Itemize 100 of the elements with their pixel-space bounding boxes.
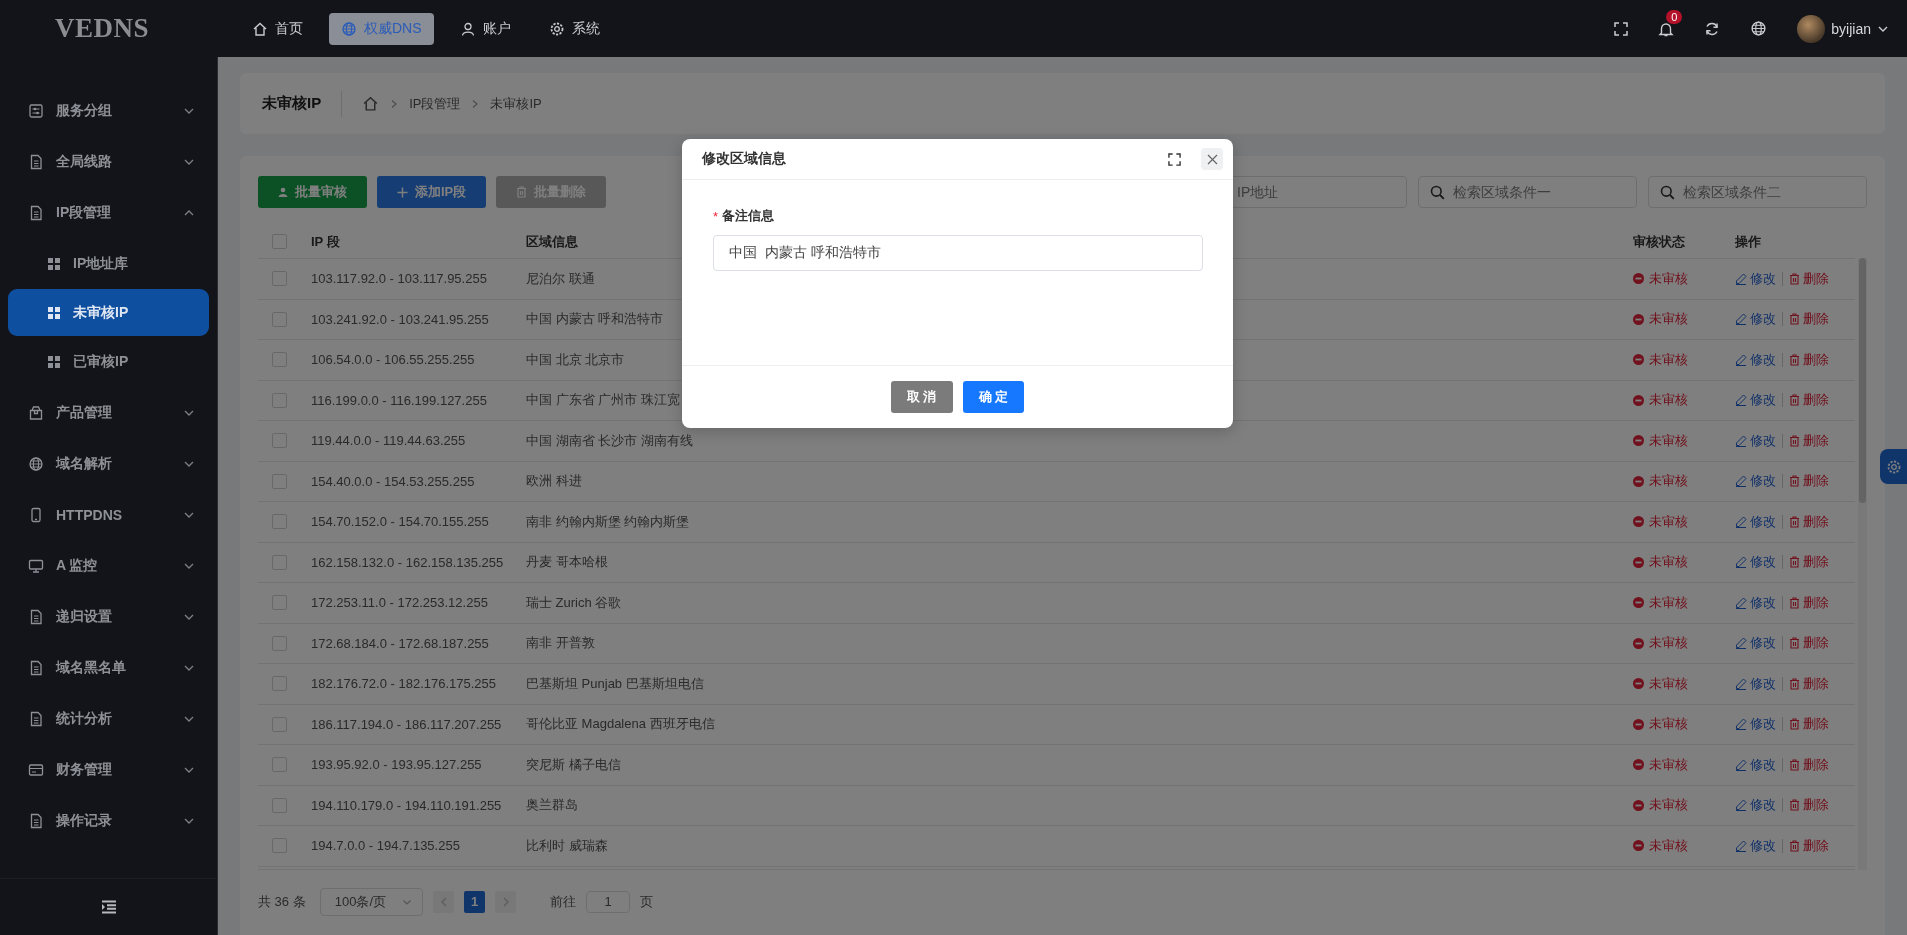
- confirm-button[interactable]: 确 定: [962, 381, 1025, 413]
- sidebar-item[interactable]: HTTPDNS: [0, 489, 217, 540]
- delete-link[interactable]: 删除: [1789, 472, 1829, 491]
- nav-tab[interactable]: 首页: [240, 12, 315, 45]
- edit-link[interactable]: 修改: [1735, 674, 1776, 693]
- grid-icon: [48, 355, 60, 368]
- scrollbar[interactable]: [1858, 258, 1867, 870]
- phone-icon: [28, 506, 44, 523]
- table-cell: 中国 湖南省 长沙市 湖南有线: [526, 432, 693, 448]
- next-page-button[interactable]: [495, 890, 516, 913]
- sidebar-subitem[interactable]: IP地址库: [8, 240, 209, 287]
- breadcrumb-item[interactable]: IP段管理: [409, 94, 461, 113]
- home-icon[interactable]: [362, 95, 380, 112]
- bell-icon[interactable]: [1658, 20, 1675, 37]
- search-icon: [1430, 185, 1445, 200]
- package-icon: [28, 404, 44, 421]
- settings-button[interactable]: [1880, 449, 1907, 484]
- delete-link[interactable]: 删除: [1789, 350, 1829, 369]
- toolbar-button[interactable]: 批量审核: [258, 176, 367, 208]
- sidebar-item[interactable]: 域名解析: [0, 438, 217, 489]
- status-text: 未审核: [1649, 593, 1688, 612]
- sidebar-item[interactable]: 全局线路: [0, 136, 217, 187]
- plus-icon: [397, 186, 408, 198]
- delete-link[interactable]: 删除: [1789, 796, 1829, 815]
- sidebar-item[interactable]: 操作记录: [0, 795, 217, 846]
- edit-link[interactable]: 修改: [1735, 836, 1776, 855]
- delete-link[interactable]: 删除: [1789, 431, 1829, 450]
- edit-link[interactable]: 修改: [1735, 715, 1776, 734]
- status-text: 未审核: [1649, 512, 1688, 531]
- trash-icon: [1789, 353, 1800, 366]
- user-name[interactable]: byijian: [1831, 20, 1871, 37]
- delete-link[interactable]: 删除: [1789, 391, 1829, 410]
- sidebar-item[interactable]: 统计分析: [0, 693, 217, 744]
- edit-link[interactable]: 修改: [1735, 593, 1776, 612]
- delete-link[interactable]: 删除: [1789, 715, 1829, 734]
- menu-collapse-icon[interactable]: [100, 900, 117, 914]
- logo-text: VEDNS: [54, 13, 151, 44]
- sidebar-item[interactable]: 服务分组: [0, 85, 217, 136]
- sidebar-item[interactable]: A 监控: [0, 540, 217, 591]
- toolbar-button[interactable]: 添加IP段: [377, 176, 487, 208]
- delete-link[interactable]: 删除: [1789, 512, 1829, 531]
- delete-link[interactable]: 删除: [1789, 593, 1829, 612]
- edit-link[interactable]: 修改: [1735, 472, 1776, 491]
- nav-tab[interactable]: 权威DNS: [329, 12, 434, 45]
- settings-icon: [1885, 458, 1902, 475]
- edit-link[interactable]: 修改: [1735, 553, 1776, 572]
- pencil-icon: [1735, 313, 1747, 326]
- page-number[interactable]: 1: [464, 890, 485, 913]
- trash-icon: [1789, 272, 1800, 285]
- fullscreen-icon[interactable]: [1168, 152, 1181, 166]
- total-count: 共 36 条: [258, 892, 306, 911]
- breadcrumb-item[interactable]: 未审核IP: [490, 94, 542, 113]
- sidebar-item[interactable]: 递归设置: [0, 591, 217, 642]
- globe-icon[interactable]: [1750, 20, 1768, 37]
- edit-link[interactable]: 修改: [1735, 310, 1776, 329]
- document-icon: [28, 659, 44, 676]
- sidebar-item[interactable]: 产品管理: [0, 387, 217, 438]
- sidebar-subitem[interactable]: 未审核IP: [8, 289, 209, 336]
- close-button[interactable]: [1201, 148, 1223, 170]
- column-header: IP 段: [310, 232, 341, 251]
- cancel-button[interactable]: 取 消: [890, 381, 953, 413]
- edit-link[interactable]: 修改: [1735, 269, 1776, 288]
- edit-link[interactable]: 修改: [1735, 755, 1776, 774]
- nav-tab[interactable]: 系统: [536, 12, 612, 45]
- avatar[interactable]: [1797, 14, 1826, 43]
- previous-page-button[interactable]: [433, 890, 454, 913]
- sidebar-item[interactable]: 财务管理: [0, 744, 217, 795]
- edit-link[interactable]: 修改: [1735, 634, 1776, 653]
- sliders-icon: [28, 102, 44, 119]
- edit-link[interactable]: 修改: [1735, 431, 1776, 450]
- minus-circle-icon: [1633, 273, 1644, 285]
- page-size-select[interactable]: 100条/页: [319, 887, 423, 916]
- edit-link[interactable]: 修改: [1735, 796, 1776, 815]
- search-field[interactable]: 检索区域条件一: [1418, 176, 1637, 208]
- minus-circle-icon: [1633, 516, 1644, 528]
- delete-link[interactable]: 删除: [1789, 269, 1829, 288]
- edit-link[interactable]: 修改: [1735, 512, 1776, 531]
- gear-icon: [548, 20, 565, 37]
- minus-circle-icon: [1633, 394, 1644, 406]
- page-input[interactable]: 1: [586, 890, 630, 913]
- status-text: 未审核: [1649, 674, 1688, 693]
- delete-link[interactable]: 删除: [1789, 674, 1829, 693]
- delete-link[interactable]: 删除: [1789, 553, 1829, 572]
- table-cell: 奥兰群岛: [526, 797, 578, 813]
- remark-input[interactable]: 中国 内蒙古 呼和浩特市: [713, 235, 1203, 271]
- delete-link[interactable]: 删除: [1789, 755, 1829, 774]
- minus-circle-icon: [1633, 637, 1644, 649]
- sidebar-item[interactable]: IP段管理: [0, 187, 217, 238]
- sidebar-subitem[interactable]: 已审核IP: [8, 338, 209, 385]
- goto-label: 前往: [550, 892, 576, 911]
- delete-link[interactable]: 删除: [1789, 310, 1829, 329]
- delete-link[interactable]: 删除: [1789, 836, 1829, 855]
- table-cell: 119.44.0.0 - 119.44.63.255: [311, 433, 466, 449]
- sidebar-item[interactable]: 域名黑名单: [0, 642, 217, 693]
- table-cell: 尼泊尔 联通: [526, 270, 595, 286]
- edit-link[interactable]: 修改: [1735, 350, 1776, 369]
- edit-link[interactable]: 修改: [1735, 391, 1776, 410]
- refresh-icon[interactable]: [1704, 20, 1721, 37]
- delete-link[interactable]: 删除: [1789, 634, 1829, 653]
- nav-tab[interactable]: 账户: [447, 12, 523, 45]
